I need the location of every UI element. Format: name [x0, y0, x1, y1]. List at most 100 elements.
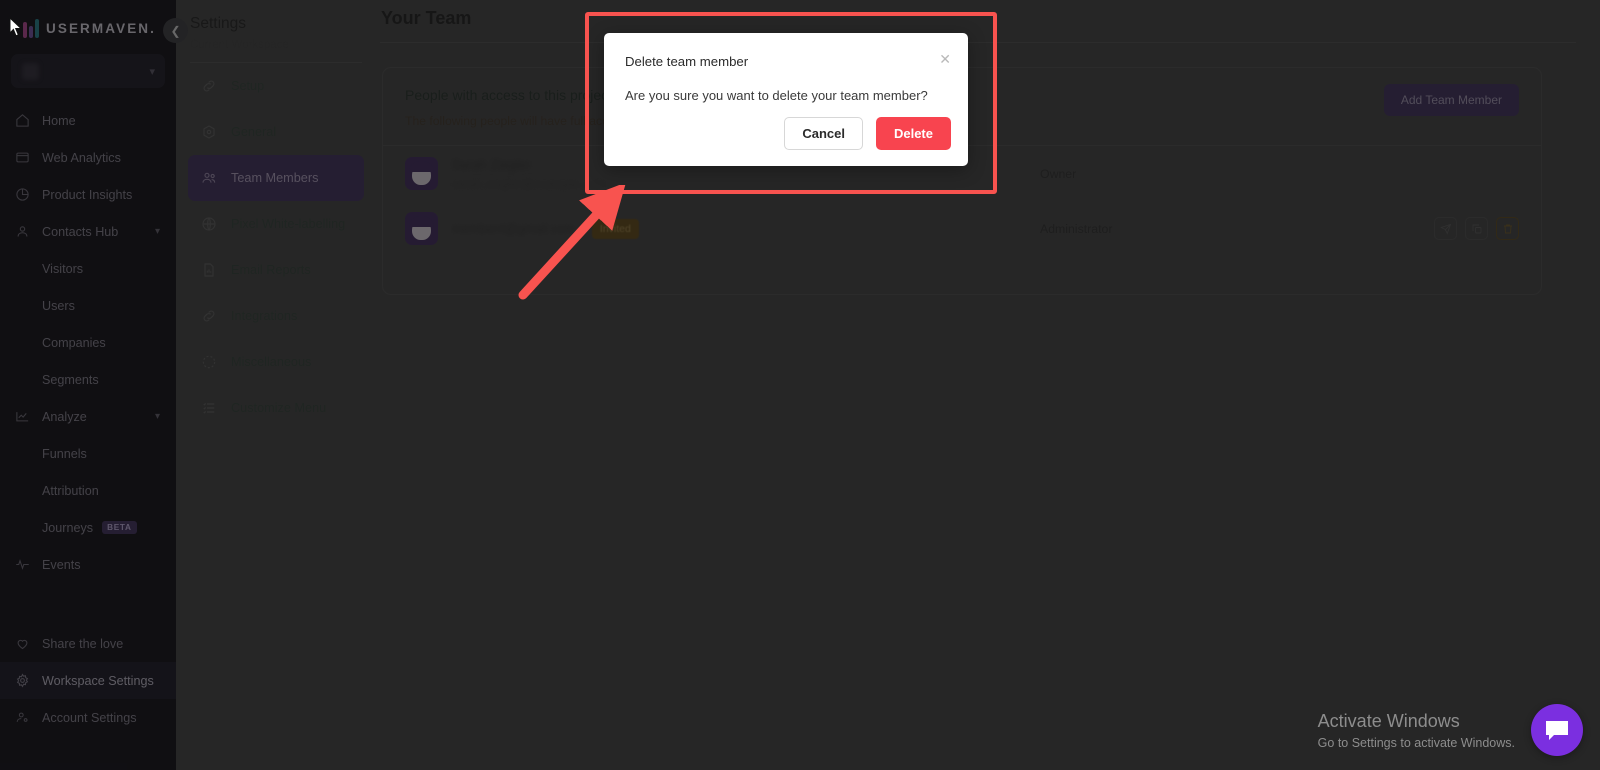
sidebar-item-label: Contacts Hub [42, 225, 118, 239]
settings-item-integrations[interactable]: Integrations [188, 293, 364, 339]
chevron-down-icon[interactable]: ▾ [155, 411, 160, 422]
logo-wordmark: USERMAVEN. [46, 21, 156, 36]
pie-chart-icon [14, 186, 31, 203]
sidebar-item-label: Workspace Settings [42, 674, 154, 688]
settings-subtitle: Current Workspace [176, 33, 376, 51]
sidebar-item-analyze[interactable]: Analyze ▾ [0, 398, 176, 435]
cancel-button[interactable]: Cancel [784, 117, 863, 150]
sidebar-item-label: Users [42, 299, 75, 313]
workspace-name [48, 65, 81, 77]
settings-item-label: General [231, 125, 276, 139]
settings-item-label: Integrations [231, 309, 297, 323]
sidebar-item-label: Funnels [42, 447, 87, 461]
sidebar-item-home[interactable]: Home [0, 102, 176, 139]
workspace-avatar [22, 63, 39, 80]
settings-item-email-reports[interactable]: Email Reports [188, 247, 364, 293]
sidebar-item-funnels[interactable]: Funnels [0, 435, 176, 472]
sidebar-item-companies[interactable]: Companies [0, 324, 176, 361]
add-team-member-button[interactable]: Add Team Member [1384, 84, 1519, 116]
delete-team-member-modal: Delete team member ✕ Are you sure you wa… [604, 33, 968, 166]
settings-item-setup[interactable]: Setup [188, 63, 364, 109]
sidebar-item-label: Web Analytics [42, 151, 121, 165]
settings-item-label: Email Reports [231, 263, 311, 277]
sidebar-item-segments[interactable]: Segments [0, 361, 176, 398]
resend-invite-icon[interactable] [1434, 217, 1457, 240]
user-gear-icon [14, 709, 31, 726]
watermark-line-1: Activate Windows [1318, 711, 1515, 732]
chevron-down-icon[interactable]: ▾ [155, 226, 160, 237]
sidebar-item-label: Analyze [42, 410, 87, 424]
chat-bubble-icon[interactable] [1531, 704, 1583, 756]
settings-sidebar: Settings Current Workspace Setup General… [176, 0, 376, 770]
modal-message: Are you sure you want to delete your tea… [604, 69, 968, 103]
sidebar-item-attribution[interactable]: Attribution [0, 472, 176, 509]
sidebar-item-label: Events [42, 558, 81, 572]
settings-item-label: Pixel White-labelling [231, 217, 345, 231]
delete-icon[interactable] [1496, 217, 1519, 240]
link-icon [200, 77, 218, 95]
settings-item-label: Miscellaneous [231, 355, 311, 369]
settings-item-team-members[interactable]: Team Members [188, 155, 364, 201]
sidebar-item-label: Share the love [42, 637, 123, 651]
app-logo[interactable]: USERMAVEN. [0, 0, 176, 44]
main-content: Your Team People with access to this pro… [376, 0, 1600, 770]
logo-bars-icon [23, 19, 39, 38]
page-title: Your Team [376, 0, 1600, 29]
sidebar-item-label: Account Settings [42, 711, 137, 725]
settings-item-label: Customize Menu [231, 401, 326, 415]
chevron-left-icon: ❮ [170, 24, 180, 38]
close-icon[interactable]: ✕ [939, 51, 951, 68]
sidebar-item-product-insights[interactable]: Product Insights [0, 176, 176, 213]
windows-activation-watermark: Activate Windows Go to Settings to activ… [1318, 711, 1515, 750]
settings-item-customize-menu[interactable]: Customize Menu [188, 385, 364, 431]
sidebar-bottom-nav: Share the love Workspace Settings Accoun… [0, 625, 176, 736]
member-role: Administrator [1040, 222, 1112, 236]
annotation-arrow [505, 185, 635, 310]
sidebar-item-account-settings[interactable]: Account Settings [0, 699, 176, 736]
sidebar-item-share-the-love[interactable]: Share the love [0, 625, 176, 662]
modal-title: Delete team member [604, 33, 968, 69]
sidebar-item-visitors[interactable]: Visitors [0, 250, 176, 287]
sidebar-item-web-analytics[interactable]: Web Analytics [0, 139, 176, 176]
sidebar-item-label: Product Insights [42, 188, 132, 202]
sidebar-item-label: Attribution [42, 484, 99, 498]
sidebar-item-label: Visitors [42, 262, 83, 276]
delete-button[interactable]: Delete [876, 117, 951, 150]
settings-item-general[interactable]: General [188, 109, 364, 155]
home-icon [14, 112, 31, 129]
avatar [405, 212, 438, 245]
heart-icon [14, 635, 31, 652]
settings-item-miscellaneous[interactable]: Miscellaneous [188, 339, 364, 385]
primary-sidebar: USERMAVEN. ▾ Home Web Analytics [0, 0, 176, 770]
gear-icon [14, 672, 31, 689]
sidebar-item-events[interactable]: Events [0, 546, 176, 583]
sidebar-item-journeys[interactable]: Journeys BETA [0, 509, 176, 546]
watermark-line-2: Go to Settings to activate Windows. [1318, 736, 1515, 750]
hexagon-icon [200, 123, 218, 141]
settings-item-label: Team Members [231, 171, 318, 185]
settings-item-label: Setup [231, 79, 264, 93]
title-divider [380, 42, 1576, 43]
user-icon [14, 223, 31, 240]
list-icon [200, 399, 218, 417]
copy-link-icon[interactable] [1465, 217, 1488, 240]
sidebar-item-label: Home [42, 114, 76, 128]
workspace-selector[interactable]: ▾ [11, 54, 165, 88]
sidebar-item-workspace-settings[interactable]: Workspace Settings [0, 662, 176, 699]
sidebar-item-label: Companies [42, 336, 106, 350]
collapse-sidebar-button[interactable]: ❮ [163, 18, 188, 43]
modal-actions: Cancel Delete [784, 117, 951, 150]
member-role: Owner [1040, 167, 1076, 181]
sidebar-item-contacts-hub[interactable]: Contacts Hub ▾ [0, 213, 176, 250]
beta-badge: BETA [102, 521, 136, 534]
settings-item-pixel-white-labelling[interactable]: Pixel White-labelling [188, 201, 364, 247]
member-name: Sarah Ziegler [452, 158, 531, 172]
app-root: USERMAVEN. ▾ Home Web Analytics [0, 0, 1600, 770]
sidebar-item-users[interactable]: Users [0, 287, 176, 324]
report-icon [200, 261, 218, 279]
row-actions [1434, 217, 1519, 240]
sidebar-nav: Home Web Analytics Product Insights [0, 102, 176, 583]
avatar [405, 157, 438, 190]
chevron-down-icon: ▾ [149, 65, 155, 78]
globe-icon [200, 215, 218, 233]
